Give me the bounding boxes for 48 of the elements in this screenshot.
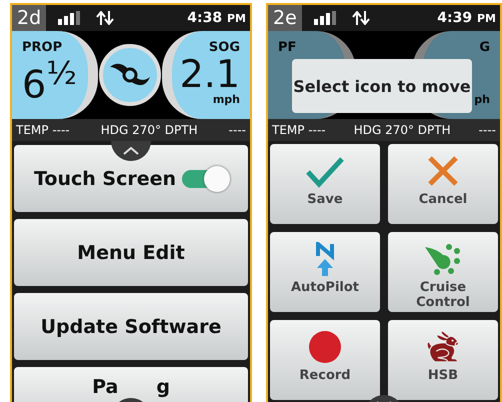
rabbit-icon: [426, 330, 460, 364]
menu-item[interactable]: Menu Edit: [14, 219, 248, 286]
temp-reading: TEMP ----: [272, 123, 326, 137]
icon-tile[interactable]: Save: [270, 144, 380, 224]
gauge-value: 6$^{½}$: [22, 55, 77, 104]
clock: 4:38 PM: [187, 10, 246, 26]
heading-reading: HDG 270° DPTH: [354, 123, 451, 137]
icon-tile[interactable]: Record: [270, 320, 380, 400]
depth-reading: ----: [228, 123, 246, 137]
page-tag: 2e: [268, 5, 302, 31]
menu-item[interactable]: Pa g: [14, 367, 248, 402]
transfer-arrows-icon: [96, 11, 114, 25]
gauge-unit: mph: [212, 93, 240, 106]
icon-tile[interactable]: Cancel: [388, 144, 498, 224]
tile-label: Save: [307, 192, 343, 207]
tile-label: HSB: [428, 368, 458, 383]
icon-tile[interactable]: AutoPilot: [270, 232, 380, 312]
depth-reading: ----: [478, 123, 496, 137]
tile-label: AutoPilot: [290, 280, 360, 295]
menu-item-label: Touch Screen: [34, 168, 176, 190]
menu-item[interactable]: Update Software: [14, 293, 248, 360]
tile-label: Record: [299, 368, 351, 383]
gauge-label: G: [479, 40, 490, 55]
temp-reading: TEMP ----: [16, 123, 70, 137]
tile-label: Cruise Control: [415, 280, 471, 310]
north-arrow-icon: [314, 242, 336, 276]
gauge-value: 2.1: [180, 55, 240, 93]
gauge-label: PF: [278, 40, 296, 55]
page-tag: 2d: [12, 5, 46, 31]
clock: 4:39 PM: [437, 10, 496, 26]
menu-item-label: g: [156, 376, 170, 398]
menu-item-label: Update Software: [40, 316, 222, 338]
menu-item-label: Menu Edit: [77, 242, 185, 264]
transfer-arrows-icon: [352, 11, 370, 25]
tile-label: Cancel: [418, 192, 468, 207]
menu-item[interactable]: Touch Screen: [14, 145, 248, 212]
splatter-icon: [423, 242, 463, 276]
icon-tile[interactable]: HSB: [388, 320, 498, 400]
chevron-icon: [123, 147, 139, 155]
gauge-label: PROP: [22, 40, 62, 55]
gauge-unit: ph: [474, 93, 490, 106]
record-icon: [308, 330, 342, 364]
heading-reading: HDG 270° DPTH: [100, 123, 198, 137]
popup-message: Select icon to move: [292, 59, 472, 113]
close-icon: [426, 154, 460, 188]
gauge-label: SOG: [208, 40, 240, 55]
menu-item-label: Pa: [92, 376, 118, 398]
icon-tile[interactable]: Cruise Control: [388, 232, 498, 312]
